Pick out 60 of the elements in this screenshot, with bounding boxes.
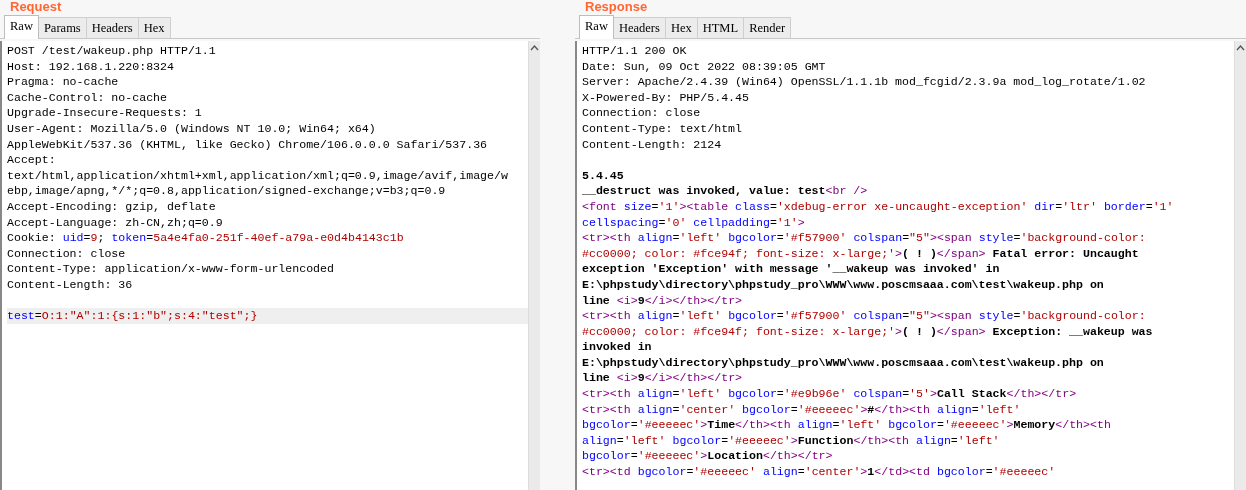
tab[interactable]: Render: [743, 17, 792, 38]
code-line: Cache-Control: no-cache: [7, 89, 169, 106]
code-line: X-Powered-By: PHP/5.4.45: [582, 89, 750, 106]
code-line: line <i>9</i></th></tr>: [582, 370, 744, 387]
code-line: HTTP/1.1 200 OK: [582, 43, 688, 59]
panel-title: Request: [9, 0, 62, 15]
code-line: Pragma: no-cache: [7, 74, 120, 90]
code-line: E:\phpstudy\directory\phpstudy_pro\WWW\www.poscmsaaa.com\test\wakeup.php on: [582, 276, 1105, 293]
code-line: __destruct was invoked, value: test<br />: [582, 183, 869, 199]
tab[interactable]: Hex: [664, 17, 698, 38]
code-line: #cc0000; color: #fce94f; font-size: x-large;'>( ! )</span> Fatal error: Uncaught: [582, 245, 1140, 262]
tab[interactable]: Hex: [137, 17, 171, 38]
tab[interactable]: Headers: [612, 17, 666, 38]
code-line: #cc0000; color: #fce94f; font-size: x-large;'>( ! )</span> Exception: __wakeup was: [582, 323, 1154, 340]
code-line: Content-Length: 2124: [582, 136, 723, 153]
code-line: Cookie: uid=9; token=5a4e4fa0-251f-40ef-a79a-e0d4b4143c1b: [7, 230, 405, 246]
tab[interactable]: Raw: [4, 15, 39, 39]
code-line: bgcolor='#eeeeec'>Time</th><th align='left' bgcolor='#eeeeec'>Memory</th><th: [582, 417, 1112, 433]
scrollbar[interactable]: [528, 41, 540, 490]
code-line: Accept-Language: zh-CN,zh;q=0.9: [7, 214, 224, 231]
code-line: <tr><td bgcolor='#eeeeec' align='center'>1</td><td bgcolor='#eeeeec': [582, 464, 1057, 480]
code-line: Connection: close: [7, 245, 127, 262]
code-line: AppleWebKit/537.36 (KHTML, like Gecko) Chrome/106.0.0.0 Safari/537.36: [7, 136, 489, 153]
text-editor[interactable]: [0, 41, 540, 490]
code-line: Content-Type: text/html: [582, 120, 744, 137]
scroll-up-icon[interactable]: [1236, 44, 1245, 52]
code-line: <tr><th align='left' bgcolor='#e9b96e' colspan='5'>Call Stack</th></tr>: [582, 386, 1078, 402]
code-line: ebp,image/apng,*/*;q=0.8,application/signed-exchange;v=b3;q=0.9: [7, 183, 447, 199]
tab[interactable]: Headers: [85, 17, 139, 38]
code-line: User-Agent: Mozilla/5.0 (Windows NT 10.0; Win64; x64): [7, 120, 377, 137]
code-line: line <i>9</i></th></tr>: [582, 292, 744, 309]
code-line: exception 'Exception' with message '__wakeup was invoked' in: [582, 261, 1001, 277]
code-line: <font size='1'><table class='xdebug-error xe-uncaught-exception' dir='ltr' border='1': [582, 198, 1175, 215]
code-line: cellspacing='0' cellpadding='1'>: [582, 214, 806, 231]
code-line: bgcolor='#eeeeec'>Location</th></tr>: [582, 448, 834, 465]
code-line: <tr><th align='left' bgcolor='#f57900' colspan="5"><span style='background-color:: [582, 230, 1147, 246]
code-line: align='left' bgcolor='#eeeeec'>Function</th><th align='left': [582, 432, 1001, 449]
scroll-up-icon[interactable]: [530, 44, 539, 52]
code-line: Server: Apache/2.4.39 (Win64) OpenSSL/1.1.1b mod_fcgid/2.3.9a mod_log_rotate/1.02: [582, 74, 1147, 90]
tab[interactable]: Raw: [579, 15, 614, 39]
tab[interactable]: Params: [37, 17, 87, 38]
code-line: <tr><th align='left' bgcolor='#f57900' colspan="5"><span style='background-color:: [582, 308, 1147, 324]
tab[interactable]: HTML: [696, 17, 745, 38]
panel-title: Response: [584, 0, 648, 15]
scrollbar[interactable]: [1234, 41, 1246, 490]
code-line: Upgrade-Insecure-Requests: 1: [7, 105, 203, 121]
code-line: Connection: close: [582, 105, 702, 121]
code-line: Host: 192.168.1.220:8324: [7, 58, 175, 75]
code-line: Content-Length: 36: [7, 276, 134, 293]
code-line: invoked in: [582, 339, 653, 355]
code-line: <tr><th align='center' bgcolor='#eeeeec'>#</th><th align='left': [582, 401, 1022, 418]
code-line: Content-Type: application/x-www-form-urlencoded: [7, 261, 335, 277]
code-line: 5.4.45: [582, 167, 625, 184]
code-line: text/html,application/xhtml+xml,application/xml;q=0.9,image/avif,image/w: [7, 167, 509, 184]
code-line: Accept-Encoding: gzip, deflate: [7, 198, 217, 215]
code-line: Accept:: [7, 152, 57, 168]
text-editor[interactable]: [575, 41, 1246, 490]
code-line: E:\phpstudy\directory\phpstudy_pro\WWW\www.poscmsaaa.com\test\wakeup.php on: [582, 354, 1105, 371]
code-line: POST /test/wakeup.php HTTP/1.1: [7, 43, 217, 59]
code-line: Date: Sun, 09 Oct 2022 08:39:05 GMT: [582, 58, 827, 75]
